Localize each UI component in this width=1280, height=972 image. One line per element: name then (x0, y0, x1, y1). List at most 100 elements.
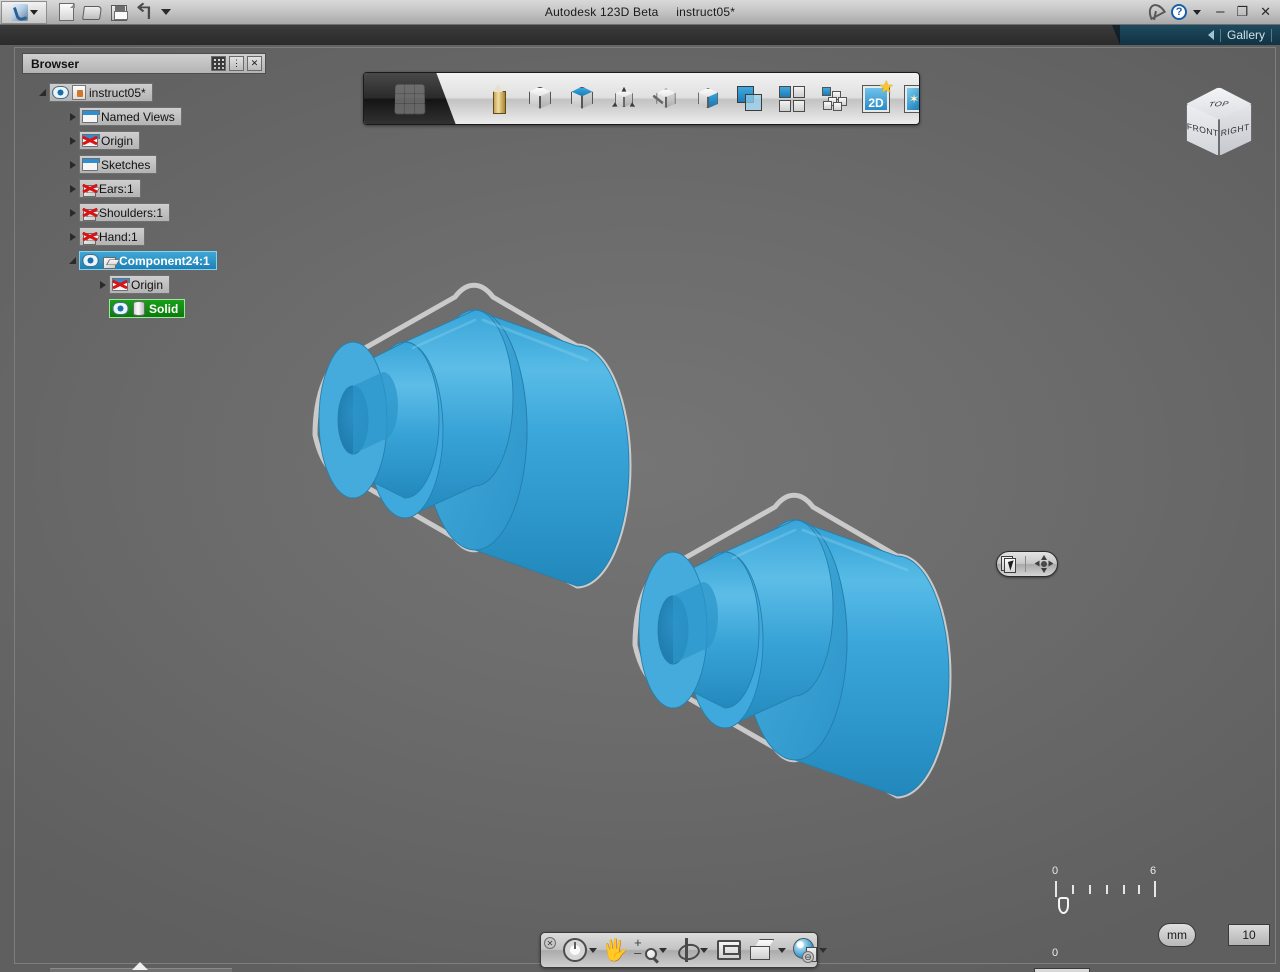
undo-button[interactable] (135, 3, 154, 22)
main-toolbar: 2D ★ (363, 72, 920, 125)
twisty-closed-icon[interactable] (66, 182, 79, 195)
quick-access-overflow-button[interactable] (161, 3, 180, 22)
help-dropdown-caret-icon[interactable] (1193, 9, 1202, 15)
scale-marker-handle[interactable] (1058, 897, 1069, 914)
pencil-icon (492, 83, 506, 114)
snap-size-field[interactable]: 1 (1034, 968, 1090, 972)
tree-item-label-wrap[interactable]: Named Views (79, 107, 182, 126)
pattern-face-tool[interactable] (688, 79, 728, 119)
twisty-closed-icon[interactable] (66, 206, 79, 219)
navbar-more-button[interactable]: ⊖ (802, 951, 814, 963)
tree-item-label: Hand:1 (99, 229, 138, 244)
look-at-button[interactable] (715, 935, 743, 965)
stepped-cylinder-original[interactable] (305, 250, 645, 589)
tree-item-instruct05[interactable]: instruct05* (22, 83, 266, 102)
drawing-2d-tool[interactable]: 2D ★ (856, 79, 896, 119)
gallery-tab[interactable]: Gallery (1120, 25, 1280, 45)
eye-icon[interactable] (82, 254, 99, 267)
stepped-cylinder-copy[interactable] (625, 430, 965, 800)
twisty-closed-icon[interactable] (66, 230, 79, 243)
smart-tool[interactable] (898, 79, 919, 119)
tree-item-ears[interactable]: Ears:1 (22, 179, 266, 198)
tree-item-named-views[interactable]: Named Views (22, 107, 266, 126)
move-handle-button[interactable] (1034, 555, 1054, 573)
pan-button[interactable]: 🖐 (600, 935, 630, 965)
look-at-icon (717, 940, 742, 960)
home-workspace-button[interactable] (364, 73, 456, 124)
close-button[interactable]: ✕ (1257, 4, 1274, 20)
unit-button[interactable]: mm (1158, 923, 1196, 947)
zoom-button[interactable]: + – (631, 935, 669, 965)
folder-icon (82, 134, 100, 147)
viewcube[interactable]: TOP FRONT RIGHT (1172, 85, 1268, 185)
open-document-button[interactable] (82, 3, 102, 22)
new-document-button[interactable] (57, 2, 76, 22)
browser-resize-button[interactable]: ⋮ (229, 56, 244, 71)
twisty-open-icon[interactable] (66, 254, 79, 267)
steering-wheel-button[interactable] (561, 935, 599, 965)
caret-down-icon[interactable] (819, 947, 828, 953)
overlapping-squares-icon (737, 85, 763, 112)
tree-item-component-origin[interactable]: Origin (22, 275, 266, 294)
fillet-tool[interactable] (646, 79, 686, 119)
tree-item-component24[interactable]: Component24:1 (22, 251, 266, 270)
tree-item-label-wrap[interactable]: Ears:1 (79, 179, 141, 198)
tree-item-label-wrap[interactable]: instruct05* (49, 83, 153, 102)
steering-wheel-icon (563, 938, 587, 962)
application-menu-button[interactable] (1, 0, 47, 24)
twisty-closed-icon[interactable] (66, 158, 79, 171)
sketch-tool[interactable] (478, 79, 518, 119)
tree-item-label-wrap[interactable]: Shoulders:1 (79, 203, 171, 222)
help-circle-icon[interactable]: ? (1171, 4, 1188, 20)
eye-icon[interactable] (112, 302, 129, 315)
twisty-closed-icon[interactable] (66, 134, 79, 147)
minimize-button[interactable]: – (1213, 4, 1227, 19)
navbar-close-button[interactable]: ✕ (544, 937, 556, 949)
tree-item-label-wrap[interactable]: Solid (109, 299, 186, 318)
tree-item-label-wrap[interactable]: Hand:1 (79, 227, 145, 246)
tree-item-label-wrap[interactable]: Origin (109, 275, 171, 294)
viewcube-front-label: FRONT (1186, 121, 1219, 139)
browser-grid-button[interactable] (211, 56, 226, 71)
assemble-tool[interactable] (814, 79, 854, 119)
tree-item-shoulders[interactable]: Shoulders:1 (22, 203, 266, 222)
primitives-tool[interactable] (520, 79, 560, 119)
satellite-dish-icon[interactable] (1145, 3, 1165, 21)
twisty-closed-icon[interactable] (96, 278, 109, 291)
save-document-button[interactable] (109, 3, 128, 22)
caret-down-icon[interactable] (589, 947, 597, 953)
construct-tool[interactable] (562, 79, 602, 119)
tree-item-label-wrap[interactable]: Component24:1 (79, 251, 217, 270)
twisty-closed-icon[interactable] (66, 110, 79, 123)
caret-down-icon (161, 8, 171, 15)
cube-blue-top-icon (568, 85, 596, 113)
open-folder-icon (82, 5, 102, 20)
panel-expander-handle[interactable] (132, 962, 148, 970)
display-mode-button[interactable] (748, 935, 788, 965)
orbit-icon (676, 938, 698, 962)
tree-item-solid[interactable]: Solid (22, 299, 266, 318)
viewport-3d[interactable]: Browser ⋮ ✕ instruct05* Named Views Orig… (0, 45, 1280, 972)
copy-move-button[interactable] (1001, 556, 1017, 573)
caret-down-icon[interactable] (659, 947, 668, 953)
twisty-open-icon[interactable] (36, 86, 49, 99)
tree-item-label-wrap[interactable]: Sketches (79, 155, 158, 174)
eye-icon[interactable] (52, 86, 69, 99)
browser-panel: Browser ⋮ ✕ instruct05* Named Views Orig… (22, 53, 266, 963)
tree-item-origin[interactable]: Origin (22, 131, 266, 150)
grid-size-field[interactable]: 10 (1228, 924, 1270, 946)
browser-close-button[interactable]: ✕ (247, 56, 262, 71)
tree-item-label: Named Views (101, 109, 175, 124)
modify-tool[interactable] (604, 79, 644, 119)
grid-pattern-tool[interactable] (772, 79, 812, 119)
document-name-text: instruct05* (676, 5, 736, 19)
tree-item-hand[interactable]: Hand:1 (22, 227, 266, 246)
tree-item-label-wrap[interactable]: Origin (79, 131, 141, 150)
caret-down-icon[interactable] (700, 947, 709, 953)
maximize-button[interactable]: ❐ (1233, 4, 1251, 20)
orbit-button[interactable] (674, 935, 710, 965)
tree-item-sketches[interactable]: Sketches (22, 155, 266, 174)
caret-down-icon[interactable] (778, 947, 787, 953)
combine-tool[interactable] (730, 79, 770, 119)
chevron-left-icon[interactable] (1207, 30, 1214, 40)
